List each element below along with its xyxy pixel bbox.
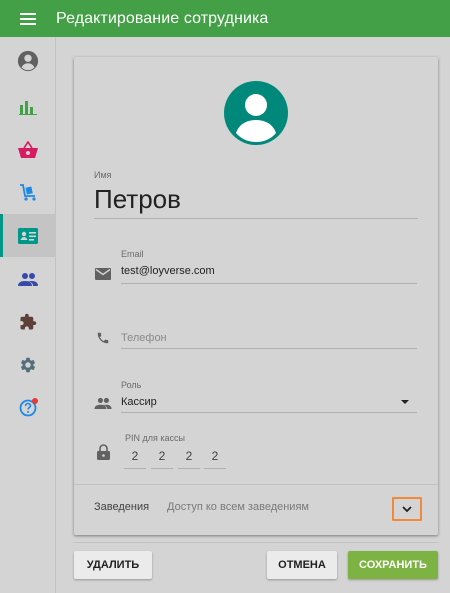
email-field[interactable]: test@loyverse.com bbox=[121, 265, 215, 277]
pin-digit-3[interactable]: 2 bbox=[178, 447, 200, 469]
account-circle-icon bbox=[17, 50, 39, 72]
chevron-down-icon bbox=[402, 505, 412, 512]
sidebar-item-account[interactable] bbox=[0, 37, 56, 85]
cancel-button[interactable]: Отмена bbox=[267, 551, 337, 579]
pin-label: PIN для кассы bbox=[125, 433, 185, 443]
footer-divider bbox=[74, 542, 438, 543]
sidebar-item-items[interactable] bbox=[0, 171, 56, 214]
name-field[interactable]: Петров bbox=[94, 184, 181, 215]
phone-field[interactable]: Телефон bbox=[121, 332, 167, 344]
notification-dot bbox=[32, 398, 38, 404]
role-label: Роль bbox=[121, 380, 142, 390]
save-button[interactable]: Сохранить bbox=[348, 551, 438, 579]
puzzle-icon bbox=[20, 313, 37, 329]
sidebar-item-employees[interactable] bbox=[0, 214, 56, 257]
role-dropdown-arrow-icon[interactable] bbox=[401, 400, 409, 404]
menu-icon bbox=[20, 12, 36, 25]
section-divider bbox=[74, 484, 438, 485]
email-icon bbox=[94, 265, 112, 283]
cart-icon bbox=[20, 183, 36, 201]
venues-label: Заведения bbox=[94, 501, 150, 513]
pin-digit-2[interactable]: 2 bbox=[151, 447, 173, 469]
sidebar-item-integrations[interactable] bbox=[0, 300, 56, 343]
phone-underline bbox=[121, 348, 417, 349]
sidebar bbox=[0, 37, 56, 593]
sidebar-item-help[interactable] bbox=[0, 386, 56, 429]
role-select[interactable]: Кассир bbox=[121, 396, 157, 408]
person-icon bbox=[236, 94, 276, 142]
phone-icon bbox=[94, 329, 112, 347]
sidebar-item-sales[interactable] bbox=[0, 128, 56, 171]
email-underline bbox=[121, 283, 417, 284]
avatar[interactable] bbox=[224, 81, 288, 145]
venues-expand-button[interactable] bbox=[392, 497, 422, 521]
role-underline bbox=[121, 412, 417, 413]
email-label: Email bbox=[121, 249, 144, 259]
lock-icon bbox=[94, 443, 112, 461]
name-label: Имя bbox=[94, 170, 112, 180]
pin-digit-4[interactable]: 2 bbox=[204, 447, 226, 469]
page-title: Редактирование сотрудника bbox=[56, 9, 269, 27]
pin-digit-1[interactable]: 2 bbox=[124, 447, 146, 469]
sidebar-item-reports[interactable] bbox=[0, 85, 56, 128]
people-icon bbox=[18, 272, 38, 286]
menu-button[interactable] bbox=[0, 0, 56, 37]
sidebar-item-customers[interactable] bbox=[0, 257, 56, 300]
basket-icon bbox=[18, 140, 38, 158]
role-icon bbox=[94, 394, 112, 412]
name-underline bbox=[94, 218, 418, 219]
bar-chart-icon bbox=[19, 100, 37, 115]
delete-button[interactable]: Удалить bbox=[74, 551, 152, 579]
employee-form-card: Имя Петров Email test@loyverse.com Телеф… bbox=[74, 57, 438, 535]
venues-value: Доступ ко всем заведениям bbox=[167, 501, 309, 513]
badge-icon bbox=[18, 227, 38, 244]
app-bar: Редактирование сотрудника bbox=[0, 0, 450, 37]
sidebar-item-settings[interactable] bbox=[0, 343, 56, 386]
gear-icon bbox=[20, 357, 36, 372]
